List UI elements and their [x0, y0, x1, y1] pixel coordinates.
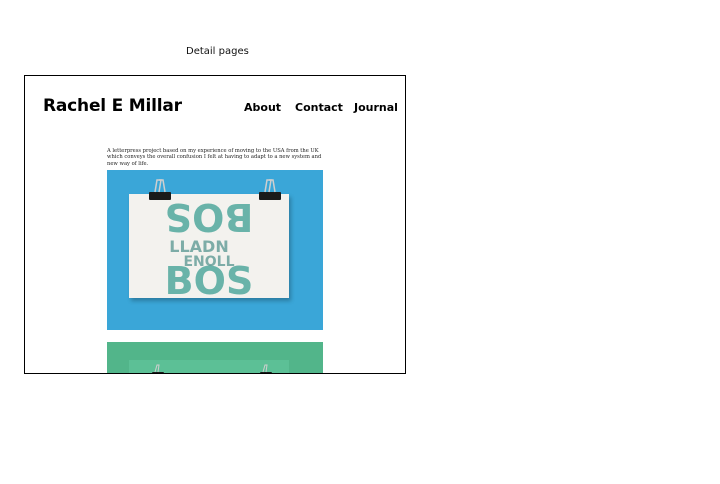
- svg-text:ENOLL: ENOLL: [183, 254, 234, 270]
- section-caption: Detail pages: [186, 46, 249, 57]
- binder-clip-left-icon: [149, 179, 171, 200]
- nav-about[interactable]: About: [244, 101, 281, 114]
- letterpress-artwork: BOS BOS LLADN ENOLL: [165, 195, 254, 298]
- site-title[interactable]: Rachel E Millar: [43, 96, 182, 116]
- binder-clip-right-icon: [259, 179, 281, 200]
- binder-clip-left-icon: [152, 364, 164, 373]
- project-image-1[interactable]: BOS BOS LLADN ENOLL: [107, 170, 323, 330]
- nav-journal[interactable]: Journal: [354, 101, 398, 114]
- page-frame: Rachel E Millar About Contact Journal A …: [24, 75, 406, 374]
- binder-clip-right-icon: [260, 364, 272, 373]
- letterpress-poster: BOS BOS LLADN ENOLL: [129, 194, 289, 298]
- project-image-2[interactable]: [107, 342, 323, 373]
- nav-contact[interactable]: Contact: [295, 101, 343, 114]
- project-description: A letterpress project based on my experi…: [107, 148, 322, 167]
- svg-text:BOS: BOS: [165, 195, 254, 239]
